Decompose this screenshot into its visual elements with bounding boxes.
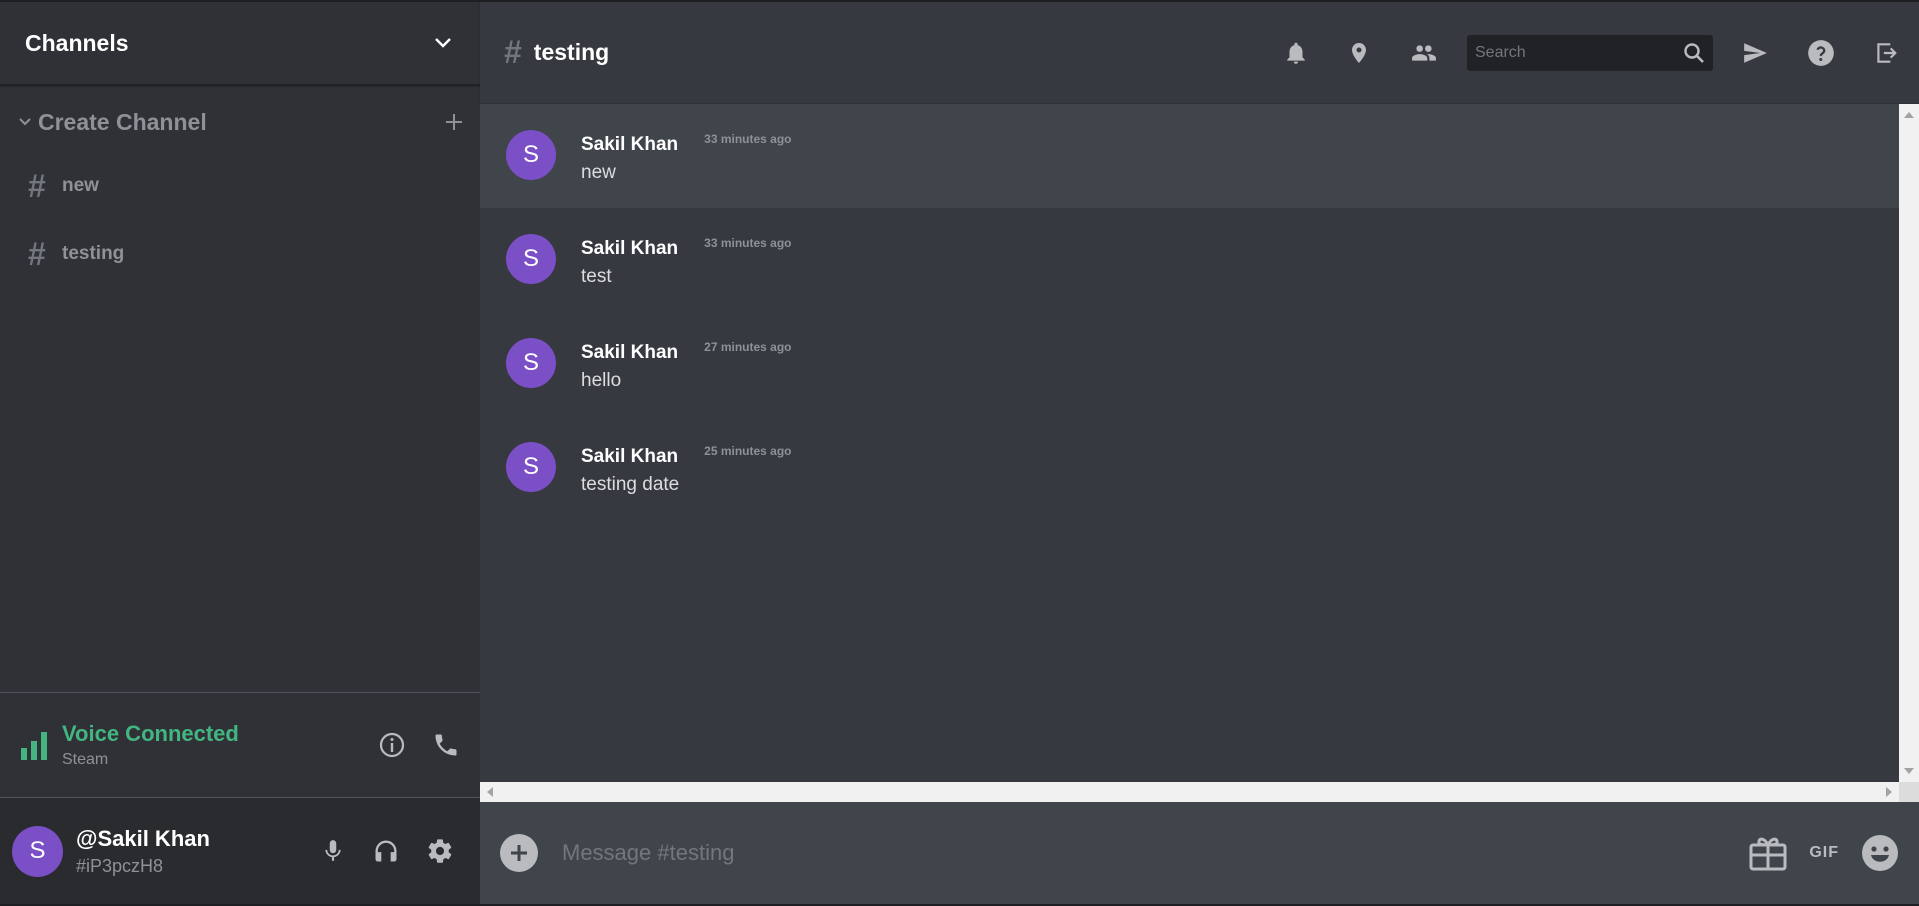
channel-sidebar: Channels Create Channel # new # testing — [0, 2, 480, 904]
voice-status: Voice Connected — [62, 721, 239, 746]
horizontal-scrollbar[interactable] — [480, 782, 1899, 802]
chat-area: # testing Search S Sakil Khan 33 minutes… — [480, 2, 1919, 904]
avatar[interactable]: S — [506, 338, 556, 388]
app-window: Channels Create Channel # new # testing — [0, 0, 1919, 906]
channel-hash-icon: # — [28, 167, 46, 204]
message-list: S Sakil Khan 33 minutes ago new S Sakil … — [480, 104, 1899, 782]
avatar[interactable]: S — [506, 234, 556, 284]
scroll-left-icon[interactable] — [487, 787, 493, 797]
avatar[interactable]: S — [12, 825, 63, 877]
mic-icon[interactable] — [320, 837, 346, 865]
search-input[interactable] — [1475, 43, 1682, 62]
help-icon[interactable] — [1807, 39, 1835, 67]
avatar[interactable]: S — [506, 130, 556, 180]
channel-hash-icon: # — [504, 34, 522, 70]
sidebar-title: Channels — [25, 29, 129, 56]
message-item[interactable]: S Sakil Khan 27 minutes ago hello — [480, 312, 1899, 416]
plus-icon — [511, 845, 527, 861]
sidebar-header[interactable]: Channels — [0, 2, 480, 86]
scrollbar-corner — [1899, 782, 1919, 802]
gift-icon[interactable] — [1749, 835, 1787, 871]
message-text: test — [581, 266, 612, 287]
user-tag: #iP3pczH8 — [76, 855, 164, 876]
send-icon[interactable] — [1741, 40, 1769, 66]
message-timestamp: 27 minutes ago — [704, 340, 792, 354]
category-create-channel[interactable]: Create Channel — [0, 92, 480, 152]
sidebar-item-testing[interactable]: # testing — [0, 220, 480, 288]
message-author[interactable]: Sakil Khan — [581, 134, 678, 156]
user-name: @Sakil Khan — [76, 825, 210, 851]
search-box[interactable] — [1467, 34, 1713, 71]
message-item[interactable]: S Sakil Khan 25 minutes ago testing date — [480, 416, 1899, 520]
message-timestamp: 33 minutes ago — [704, 132, 792, 146]
chevron-down-icon[interactable] — [18, 117, 32, 127]
plus-icon[interactable] — [444, 112, 464, 132]
vertical-scrollbar[interactable] — [1899, 104, 1919, 782]
message-input[interactable] — [562, 840, 1750, 866]
chevron-down-icon[interactable] — [434, 37, 452, 49]
headphones-icon[interactable] — [372, 837, 400, 865]
category-label: Create Channel — [38, 108, 207, 135]
channel-hash-icon: # — [28, 235, 46, 272]
message-author[interactable]: Sakil Khan — [581, 238, 678, 260]
channel-header: # testing — [480, 2, 1919, 104]
message-timestamp: 33 minutes ago — [704, 236, 792, 250]
message-author[interactable]: Sakil Khan — [581, 342, 678, 364]
emoji-icon[interactable] — [1861, 834, 1899, 872]
message-item[interactable]: S Sakil Khan 33 minutes ago test — [480, 208, 1899, 312]
pin-icon[interactable] — [1347, 39, 1371, 67]
channel-name: new — [62, 175, 99, 196]
phone-icon[interactable] — [432, 731, 460, 759]
voice-panel: Voice Connected Steam — [0, 692, 480, 798]
message-author[interactable]: Sakil Khan — [581, 446, 678, 468]
sidebar-item-new[interactable]: # new — [0, 152, 480, 220]
members-icon[interactable] — [1409, 40, 1439, 66]
bell-icon[interactable] — [1283, 39, 1309, 67]
signal-icon — [20, 730, 48, 760]
logout-icon[interactable] — [1873, 40, 1899, 66]
gif-button[interactable]: GIF — [1809, 844, 1839, 862]
add-attachment-button[interactable] — [500, 834, 538, 872]
channel-name: testing — [62, 243, 125, 264]
search-icon[interactable] — [1682, 41, 1706, 65]
scroll-down-icon[interactable] — [1904, 768, 1914, 774]
avatar[interactable]: S — [506, 442, 556, 492]
info-icon[interactable] — [378, 731, 406, 759]
page-title: testing — [533, 39, 610, 65]
message-text: new — [581, 162, 616, 183]
message-composer: GIF — [480, 802, 1919, 904]
message-item[interactable]: S Sakil Khan 33 minutes ago new — [480, 104, 1899, 208]
gear-icon[interactable] — [426, 837, 454, 865]
user-panel: S @Sakil Khan #iP3pczH8 — [0, 798, 480, 904]
scroll-up-icon[interactable] — [1904, 112, 1914, 118]
scroll-right-icon[interactable] — [1886, 787, 1892, 797]
message-text: testing date — [581, 474, 680, 495]
message-timestamp: 25 minutes ago — [704, 444, 792, 458]
message-text: hello — [581, 370, 622, 391]
voice-server: Steam — [62, 751, 109, 768]
